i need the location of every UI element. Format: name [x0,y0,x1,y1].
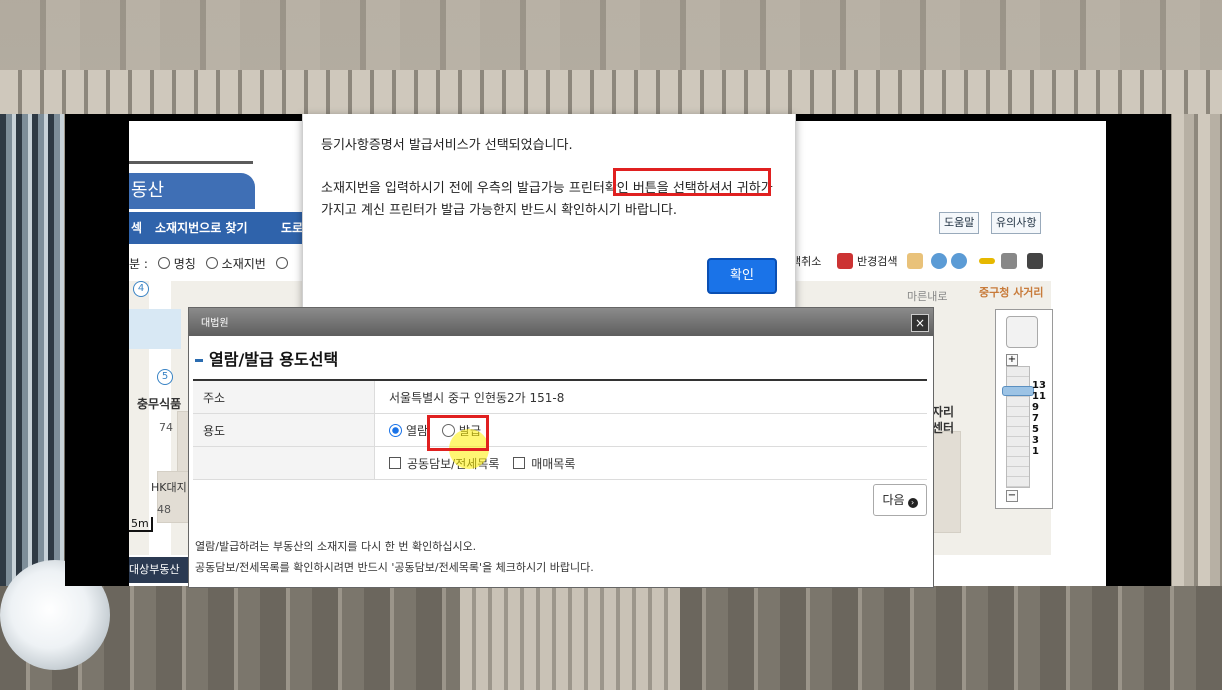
arrow-right-icon: › [907,498,918,508]
radio-name-label: 명칭 [173,257,196,271]
map-marker-5[interactable]: 5 [157,369,173,385]
flag-icon[interactable] [837,253,853,269]
section-title: 동산 [129,173,255,209]
map-water-area [129,309,181,349]
tab-road[interactable]: 도로 [281,212,303,244]
print-icon[interactable] [1027,253,1043,269]
search-kind-label: 분 : [129,257,148,271]
map-pan-icon[interactable] [1006,316,1038,348]
next-button[interactable]: 다음 › [873,484,927,516]
note-item: 공동담보/전세목록를 확인하시려면 반드시 '공동담보/전세목록'을 체크하시기… [195,561,594,574]
radio-view-label: 열람 [406,423,429,438]
purpose-dialog: 대법원 × 열람/발급 용도선택 주소 서울특별시 중구 인현동2가 151-8… [188,307,934,588]
zoom-level: 9 [1032,402,1039,413]
next-button-label: 다음 [882,493,905,507]
map-label-junction: 중구청 사거리 [979,286,1044,299]
map-toolbar: 택취소 반경검색 [791,249,1051,277]
map-marker-4[interactable]: 4 [133,281,149,297]
dialog-header: 대법원 × [189,308,933,336]
radio-view[interactable] [389,423,402,437]
building-cornice [0,0,1222,70]
map-scale: 5m [129,517,153,532]
dialog-title: 열람/발급 용도선택 [195,346,338,370]
area-icon[interactable] [1001,253,1017,269]
checkbox-joint-collateral[interactable] [389,456,401,469]
zoom-plus-button[interactable]: + [1006,354,1018,366]
alert-message-1: 등기사항증명서 발급서비스가 선택되었습니다. [321,138,573,153]
map-label-74: 74 [159,421,173,434]
dialog-title-text: 열람/발급 용도선택 [209,350,339,369]
checkbox-sale-list[interactable] [513,456,526,469]
purpose-table: 주소 서울특별시 중구 인현동2가 151-8 용도 열람 발급 공동담보/전세… [193,379,927,480]
target-property-tab[interactable]: 대상부동산 [129,557,189,583]
ok-button[interactable]: 확인 [707,258,777,294]
zoom-out-icon[interactable] [951,253,967,269]
note-item: 열람/발급하려는 부동산의 소재지를 다시 한 번 확인하십시오. [195,540,477,553]
highlight-printer-check [613,168,771,196]
court-logo: 대법원 [201,318,229,329]
zoom-level: 1 [1032,446,1039,457]
tab-find-by-lot[interactable]: 소재지번으로 찾기 [155,212,248,244]
purpose-label: 용도 [193,413,375,447]
zoom-level: 11 [1032,391,1046,402]
zoom-minus-button[interactable]: − [1006,490,1018,502]
map-label-center2: 센터 [932,421,955,435]
radio-lot-label: 소재지번 [221,257,266,271]
toolbar-radius-search[interactable]: 반경검색 [857,254,897,270]
radio-name[interactable] [157,257,170,269]
map-label-48: 48 [157,503,171,516]
hand-icon[interactable] [907,253,923,269]
tab-partial[interactable]: 섹 [131,212,142,244]
header-line [129,161,253,164]
notice-button-label: 유의사항 [996,216,1037,229]
address-value: 서울특별시 중구 인현동2가 151-8 [374,379,927,414]
notice-button[interactable]: 유의사항 [991,212,1042,234]
title-bar-icon [195,359,203,362]
stone-column-bottom [460,586,680,690]
zoom-level: 13 [1032,380,1046,391]
empty-label [193,446,375,480]
address-label: 주소 [193,379,375,414]
map-label-hk: HK대지 [151,481,187,494]
checkbox-sale-list-label: 매매목록 [531,456,576,471]
zoom-in-icon[interactable] [931,253,947,269]
zoom-thumb[interactable] [1002,386,1034,396]
help-button[interactable]: 도움말 [939,212,980,234]
help-button-label: 도움말 [944,216,975,229]
ruler-icon[interactable] [979,258,995,264]
map-label-center1: 자리 [932,405,955,419]
alert-dialog: 등기사항증명서 발급서비스가 선택되었습니다. 소재지번을 입력하시기 전에 우… [302,114,796,313]
zoom-level: 5 [1032,424,1039,435]
close-icon[interactable]: × [911,314,929,332]
building-frieze [0,70,1222,114]
zoom-panel: + − 13 11 9 7 5 3 1 [995,309,1053,509]
search-kind-row: 분 : 명칭 소재지번 [129,255,292,272]
radio-lot[interactable] [205,257,218,269]
radio-road[interactable] [275,257,288,269]
map-label-road: 마른내로 [907,290,948,303]
zoom-level: 7 [1032,413,1039,424]
map-label-food: 충무식품 [137,397,182,411]
zoom-track[interactable] [1006,366,1030,488]
zoom-level: 3 [1032,435,1039,446]
notes-list: 열람/발급하려는 부동산의 소재지를 다시 한 번 확인하십시오. 공동담보/전… [195,536,594,578]
highlight-issue-option [427,415,489,451]
